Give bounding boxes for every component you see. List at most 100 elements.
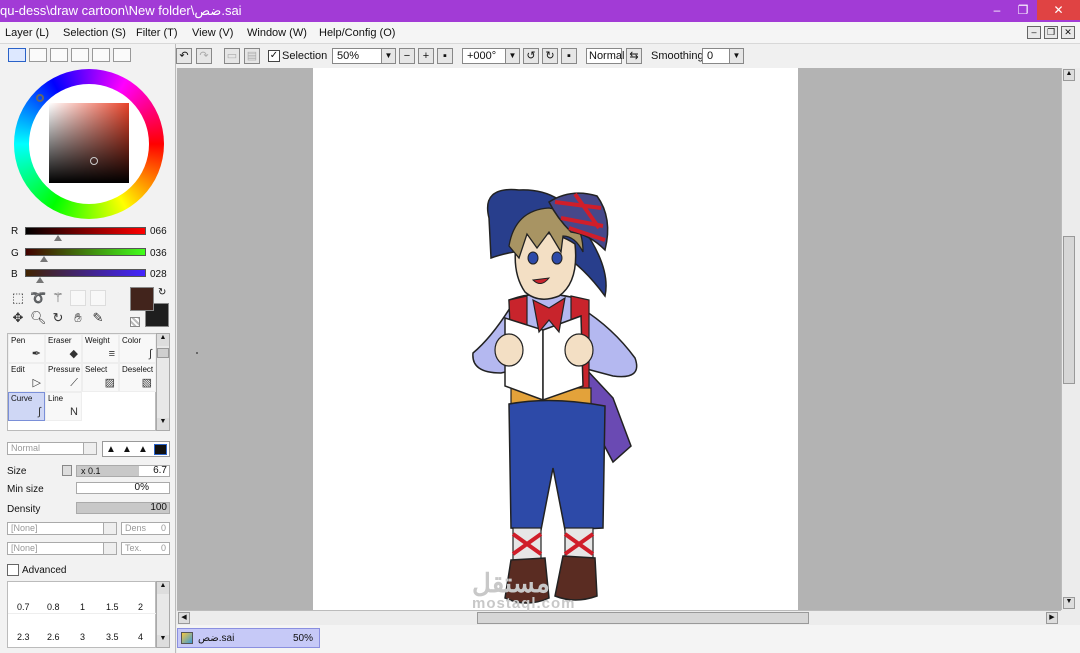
preset-8[interactable]: 3.5 xyxy=(106,632,119,642)
rgb-slider-tab[interactable] xyxy=(29,48,47,62)
g-slider[interactable] xyxy=(25,248,146,256)
preset-7[interactable]: 3 xyxy=(80,632,85,642)
selection-checkbox[interactable]: ✓ xyxy=(268,50,280,62)
texture2-dropdown-icon[interactable] xyxy=(103,542,117,555)
menu-selection[interactable]: Selection (S) xyxy=(63,27,126,39)
zoom-icon[interactable]: 🔍︎ xyxy=(30,310,47,326)
rotate-icon[interactable]: ↻ xyxy=(50,310,66,326)
b-slider-handle[interactable] xyxy=(36,277,44,283)
scroll-down-icon[interactable]: ▼ xyxy=(157,635,169,647)
rotate-reset-icon[interactable]: ▪ xyxy=(561,48,577,64)
dens-field[interactable]: Dens 0 xyxy=(121,522,170,535)
move-icon[interactable]: ✥ xyxy=(10,310,26,326)
redo-icon[interactable]: ↷ xyxy=(196,48,212,64)
canvas-paper[interactable] xyxy=(313,68,798,610)
texture1-select[interactable]: [None] xyxy=(7,522,117,535)
menu-view[interactable]: View (V) xyxy=(192,27,233,39)
saturation-value-square[interactable] xyxy=(49,103,129,183)
zoom-select[interactable]: 50% ▼ xyxy=(332,48,396,64)
swap-colors-icon[interactable]: ↻ xyxy=(158,287,166,298)
rotate-right-icon[interactable]: ↻ xyxy=(542,48,558,64)
restore-button[interactable]: ❐ xyxy=(1010,0,1036,20)
brush-shape-3-icon[interactable]: ▲ xyxy=(138,444,148,455)
menu-help-config[interactable]: Help/Config (O) xyxy=(319,27,395,39)
zoom-out-icon[interactable]: − xyxy=(399,48,415,64)
scroll-down-icon[interactable]: ▼ xyxy=(157,418,169,430)
vertical-scrollbar[interactable]: ▲ ▼ xyxy=(1061,68,1076,610)
scratchpad-tab[interactable] xyxy=(113,48,131,62)
b-slider[interactable] xyxy=(25,269,146,277)
rotate-left-icon[interactable]: ↺ xyxy=(523,48,539,64)
canvas-area[interactable] xyxy=(177,68,1061,610)
tool-pen[interactable]: Pen ✒ xyxy=(8,334,45,363)
document-tab[interactable]: ضص.sai 50% xyxy=(177,628,320,648)
zoom-reset-icon[interactable]: ▪ xyxy=(437,48,453,64)
sv-marker[interactable] xyxy=(90,157,98,165)
brush-shape-4-icon[interactable] xyxy=(154,444,167,455)
rect-select-icon[interactable]: ⬚ xyxy=(10,290,26,306)
preset-1[interactable]: 0.8 xyxy=(47,602,60,612)
horizontal-scrollbar[interactable]: ◀ ▶ xyxy=(177,610,1061,625)
minimize-button[interactable]: – xyxy=(984,0,1010,20)
magic-wand-icon[interactable]: ⚚ xyxy=(50,290,66,306)
hand-icon[interactable]: ✋︎ xyxy=(70,310,86,326)
tool-line[interactable]: Line N xyxy=(45,392,82,421)
menu-filter[interactable]: Filter (T) xyxy=(136,27,178,39)
brush-shape-2-icon[interactable]: ▲ xyxy=(122,444,132,455)
tool-deselect[interactable]: Deselect ▧ xyxy=(119,363,156,392)
horizontal-scroll-thumb[interactable] xyxy=(477,612,809,624)
preset-5[interactable]: 2.3 xyxy=(17,632,30,642)
doc-minimize-button[interactable]: – xyxy=(1027,26,1041,39)
g-slider-handle[interactable] xyxy=(40,256,48,262)
preset-3[interactable]: 1.5 xyxy=(106,602,119,612)
scroll-right-icon[interactable]: ▶ xyxy=(1046,612,1058,624)
scroll-up-icon[interactable]: ▲ xyxy=(157,334,169,346)
swatches-tab[interactable] xyxy=(92,48,110,62)
preset-0[interactable]: 0.7 xyxy=(17,602,30,612)
lasso-icon[interactable]: ➰ xyxy=(30,290,46,306)
tool-color[interactable]: Color ∫ xyxy=(119,334,156,363)
eyedropper-icon[interactable]: ✎ xyxy=(90,310,106,326)
invert-selection-icon[interactable]: ▤ xyxy=(244,48,260,64)
tool-grid-scrollbar[interactable]: ▲ ▼ xyxy=(156,333,170,431)
r-slider-handle[interactable] xyxy=(54,235,62,241)
color-wheel-tab[interactable] xyxy=(8,48,26,62)
presets-scrollbar[interactable]: ▲ ▼ xyxy=(156,581,170,648)
doc-restore-button[interactable]: ❐ xyxy=(1044,26,1058,39)
size-dropdown-icon[interactable] xyxy=(62,465,72,476)
tool-edit[interactable]: Edit ▷ xyxy=(8,363,45,392)
color-mixer-tab[interactable] xyxy=(71,48,89,62)
menu-window[interactable]: Window (W) xyxy=(247,27,307,39)
hsv-slider-tab[interactable] xyxy=(50,48,68,62)
menu-layer[interactable]: Layer (L) xyxy=(5,27,49,39)
preset-9[interactable]: 4 xyxy=(138,632,143,642)
texture2-select[interactable]: [None] xyxy=(7,542,117,555)
scroll-thumb[interactable] xyxy=(157,348,169,358)
preset-2[interactable]: 1 xyxy=(80,602,85,612)
close-button[interactable]: ✕ xyxy=(1037,0,1080,20)
rotation-select[interactable]: +000° ▼ xyxy=(462,48,520,64)
tex-field[interactable]: Tex. 0 xyxy=(121,542,170,555)
tool-select[interactable]: Select ▨ xyxy=(82,363,119,392)
scroll-down-icon[interactable]: ▼ xyxy=(1063,597,1075,609)
hue-marker[interactable] xyxy=(36,94,44,102)
vertical-scroll-thumb[interactable] xyxy=(1063,236,1075,384)
smoothing-select[interactable]: 0 ▼ xyxy=(702,48,744,64)
advanced-checkbox[interactable] xyxy=(7,564,19,576)
scroll-left-icon[interactable]: ◀ xyxy=(178,612,190,624)
preset-4[interactable]: 2 xyxy=(138,602,143,612)
deselect-all-icon[interactable]: ▭ xyxy=(224,48,240,64)
zoom-in-icon[interactable]: + xyxy=(418,48,434,64)
tool-weight[interactable]: Weight ≡ xyxy=(82,334,119,363)
view-mode-select[interactable]: Normal xyxy=(586,48,624,64)
tool-pressure[interactable]: Pressure ⟋ xyxy=(45,363,82,392)
tool-eraser[interactable]: Eraser ◆ xyxy=(45,334,82,363)
density-slider[interactable]: 100 xyxy=(76,502,170,514)
preset-6[interactable]: 2.6 xyxy=(47,632,60,642)
r-slider[interactable] xyxy=(25,227,146,235)
foreground-color-swatch[interactable] xyxy=(130,287,154,311)
flip-horizontal-icon[interactable]: ⇆ xyxy=(626,48,642,64)
min-size-slider[interactable]: 0% xyxy=(76,482,170,494)
doc-close-button[interactable]: ✕ xyxy=(1061,26,1075,39)
undo-icon[interactable]: ↶ xyxy=(176,48,192,64)
